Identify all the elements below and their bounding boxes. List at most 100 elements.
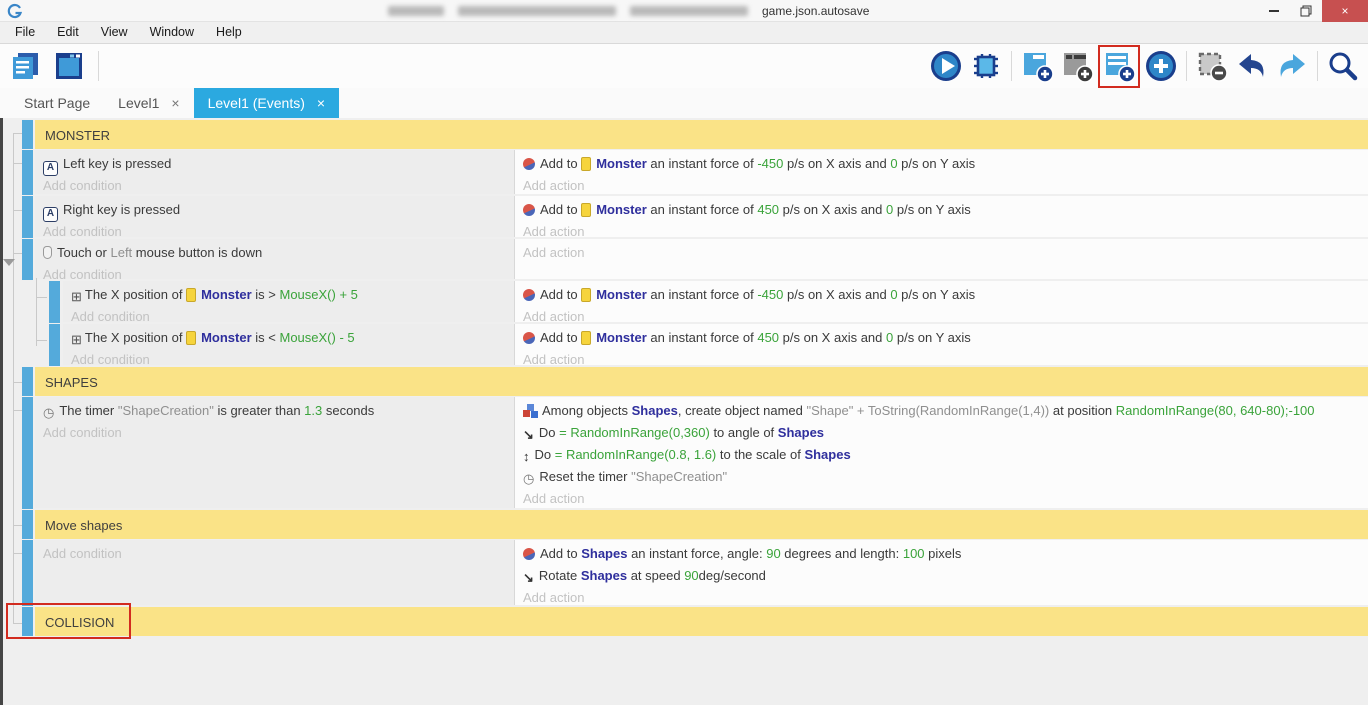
debug-button[interactable] xyxy=(967,46,1005,86)
actions-cell[interactable]: Add to Monster an instant force of 450 p… xyxy=(515,324,1368,365)
add-subevent-button[interactable] xyxy=(1098,45,1140,88)
action-item[interactable]: Add to Monster an instant force of 450 p… xyxy=(523,327,1368,349)
undo-icon xyxy=(1235,49,1269,83)
action-item[interactable]: Among objects Shapes, create object name… xyxy=(523,400,1368,422)
delete-event-button[interactable] xyxy=(1193,46,1231,86)
tab-level1-events[interactable]: Level1 (Events) × xyxy=(194,88,339,118)
action-item[interactable]: Do = RandomInRange(0,360) to angle of Sh… xyxy=(523,422,1368,444)
close-button[interactable]: × xyxy=(1322,0,1368,22)
event-row: Add condition Add to Shapes an instant fo… xyxy=(0,540,1368,607)
minimize-button[interactable] xyxy=(1258,0,1290,22)
position-icon xyxy=(71,286,82,307)
panel-edge xyxy=(0,118,3,705)
force-icon xyxy=(523,204,535,216)
add-event-button[interactable] xyxy=(1018,46,1056,86)
menu-help[interactable]: Help xyxy=(205,22,253,43)
tab-close-icon[interactable]: × xyxy=(171,95,179,111)
condition-item[interactable]: The X position of Monster is > MouseX() … xyxy=(71,284,514,306)
conditions-cell[interactable]: Add condition xyxy=(35,540,515,605)
add-comment-button[interactable] xyxy=(1058,46,1096,86)
actions-cell[interactable]: Add to Shapes an instant force, angle: 9… xyxy=(515,540,1368,605)
action-item[interactable]: Add to Monster an instant force of -450 … xyxy=(523,153,1368,175)
group-header[interactable]: COLLISION xyxy=(0,607,1368,637)
toolbar-separator xyxy=(1317,51,1318,81)
action-item[interactable]: Reset the timer "ShapeCreation" xyxy=(523,466,1368,488)
condition-item[interactable]: The timer "ShapeCreation" is greater tha… xyxy=(43,400,514,422)
tab-level1[interactable]: Level1 × xyxy=(104,88,193,118)
menu-window[interactable]: Window xyxy=(139,22,205,43)
add-condition-button[interactable]: Add condition xyxy=(43,543,514,565)
add-condition-button[interactable]: Add condition xyxy=(71,306,514,322)
add-condition-button[interactable]: Add condition xyxy=(71,349,514,365)
actions-cell[interactable]: Among objects Shapes, create object name… xyxy=(515,397,1368,508)
action-text: an instant force of xyxy=(647,330,758,345)
action-text: Reset the timer xyxy=(539,469,631,484)
add-action-button[interactable]: Add action xyxy=(523,175,1368,194)
add-action-button[interactable]: Add action xyxy=(523,221,1368,237)
action-item[interactable]: Rotate Shapes at speed 90deg/second xyxy=(523,565,1368,587)
add-action-button[interactable]: Add action xyxy=(523,587,1368,605)
action-item[interactable]: Add to Monster an instant force of 450 p… xyxy=(523,199,1368,221)
tab-bar: Start Page Level1 × Level1 (Events) × xyxy=(0,88,1368,118)
collapse-arrow-icon[interactable] xyxy=(3,259,15,266)
action-text: 100 xyxy=(903,546,925,561)
conditions-cell[interactable]: The X position of Monster is > MouseX() … xyxy=(63,281,515,322)
add-action-button[interactable]: Add action xyxy=(523,306,1368,322)
group-header[interactable]: Move shapes xyxy=(0,510,1368,540)
event-bar xyxy=(22,540,33,606)
event-bar xyxy=(22,367,33,396)
condition-text: Add condition xyxy=(43,267,122,279)
collision-highlight-box xyxy=(6,603,131,639)
conditions-cell[interactable]: Right key is pressedAdd condition xyxy=(35,196,515,237)
action-item[interactable]: Do = RandomInRange(0.8, 1.6) to the scal… xyxy=(523,444,1368,466)
group-header[interactable]: SHAPES xyxy=(0,367,1368,397)
tab-start-page[interactable]: Start Page xyxy=(10,88,104,118)
conditions-cell[interactable]: The X position of Monster is < MouseX() … xyxy=(63,324,515,365)
monster-icon xyxy=(581,157,591,171)
event-cells: Add condition Add to Shapes an instant fo… xyxy=(35,540,1368,605)
add-condition-button[interactable]: Add condition xyxy=(43,221,514,237)
action-item[interactable]: Add to Monster an instant force of -450 … xyxy=(523,284,1368,306)
conditions-cell[interactable]: The timer "ShapeCreation" is greater tha… xyxy=(35,397,515,508)
add-condition-button[interactable]: Add condition xyxy=(43,264,514,279)
restore-icon xyxy=(1300,5,1312,17)
add-action-button[interactable]: Add action xyxy=(523,349,1368,365)
group-header[interactable]: MONSTER xyxy=(0,120,1368,150)
condition-item[interactable]: Left key is pressed xyxy=(43,153,514,175)
event-row: Touch or Left mouse button is down Add co… xyxy=(0,239,1368,281)
condition-item[interactable]: Touch or Left mouse button is down xyxy=(43,242,514,264)
scene-editor-button[interactable] xyxy=(50,46,88,86)
gdevelop-logo-icon xyxy=(7,3,23,19)
condition-item[interactable]: The X position of Monster is < MouseX() … xyxy=(71,327,514,349)
project-manager-button[interactable] xyxy=(6,46,44,86)
conditions-cell[interactable]: Left key is pressedAdd condition xyxy=(35,150,515,194)
keyboard-icon xyxy=(43,161,58,176)
add-condition-button[interactable]: Add condition xyxy=(43,422,514,444)
redo-button[interactable] xyxy=(1273,46,1311,86)
mouse-icon xyxy=(43,246,52,259)
menu-file[interactable]: File xyxy=(4,22,46,43)
condition-text: Add condition xyxy=(71,352,150,365)
undo-button[interactable] xyxy=(1233,46,1271,86)
tab-close-icon[interactable]: × xyxy=(317,95,325,111)
add-action-button[interactable]: Add action xyxy=(523,242,1368,264)
actions-cell[interactable]: Add to Monster an instant force of -450 … xyxy=(515,281,1368,322)
add-event-chooser-button[interactable] xyxy=(1142,46,1180,86)
action-item[interactable]: Add to Shapes an instant force, angle: 9… xyxy=(523,543,1368,565)
menu-view[interactable]: View xyxy=(90,22,139,43)
conditions-cell[interactable]: Touch or Left mouse button is down Add co… xyxy=(35,239,515,279)
add-condition-button[interactable]: Add condition xyxy=(43,175,514,194)
play-button[interactable] xyxy=(927,46,965,86)
condition-item[interactable]: Right key is pressed xyxy=(43,199,514,221)
force-icon xyxy=(523,548,535,560)
action-text: p/s on Y axis xyxy=(893,330,971,345)
actions-cell[interactable]: Add to Monster an instant force of 450 p… xyxy=(515,196,1368,237)
event-bar xyxy=(49,281,60,323)
actions-cell[interactable]: Add to Monster an instant force of -450 … xyxy=(515,150,1368,194)
restore-button[interactable] xyxy=(1290,0,1322,22)
search-button[interactable] xyxy=(1324,46,1362,86)
actions-cell[interactable]: Add action xyxy=(515,239,1368,279)
menu-edit[interactable]: Edit xyxy=(46,22,90,43)
add-action-button[interactable]: Add action xyxy=(523,488,1368,508)
event-cells: Touch or Left mouse button is down Add co… xyxy=(35,239,1368,279)
